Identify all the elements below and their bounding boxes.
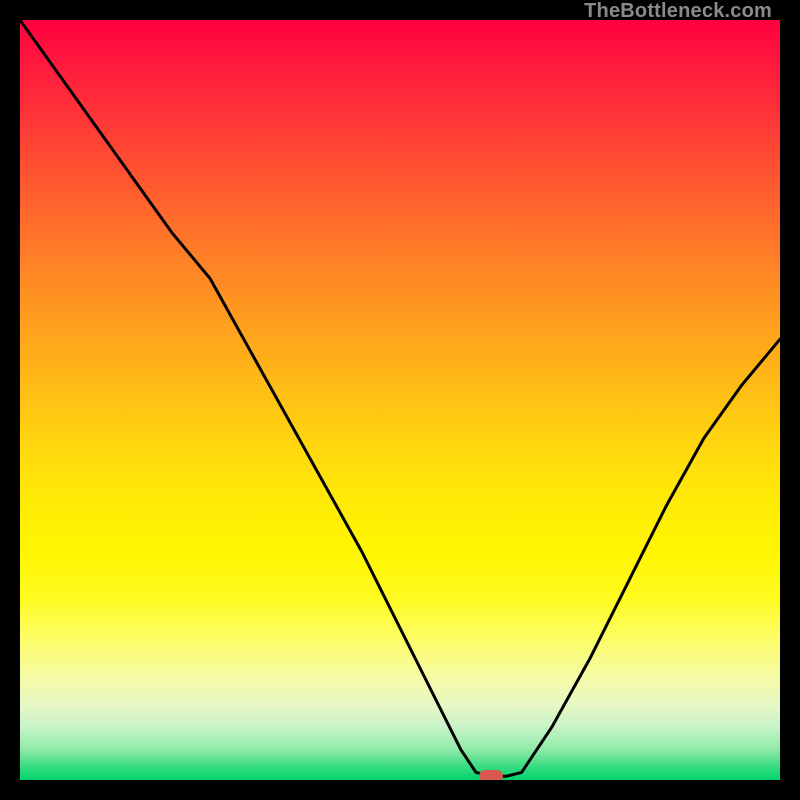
bottleneck-curve [20, 20, 780, 780]
curve-path [20, 20, 780, 776]
optimum-marker [479, 770, 503, 780]
watermark-text: TheBottleneck.com [584, 0, 772, 23]
chart-frame: TheBottleneck.com [0, 0, 800, 800]
plot-area [20, 20, 780, 780]
